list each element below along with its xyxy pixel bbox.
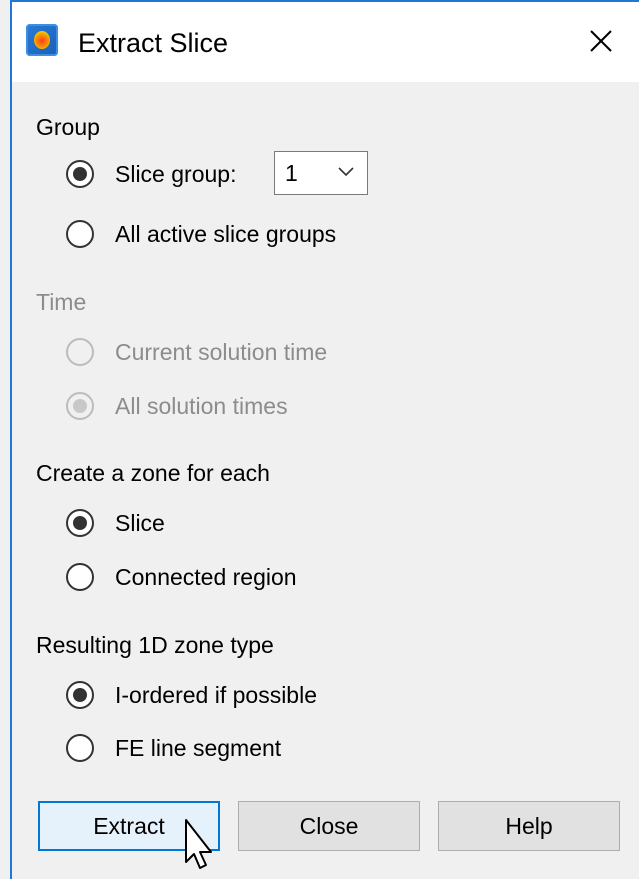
radio-button[interactable]: [66, 160, 94, 188]
radio-label: I-ordered if possible: [115, 682, 317, 708]
radio-button[interactable]: [66, 681, 94, 709]
connected-region-radio[interactable]: Connected region: [66, 560, 326, 594]
current-solution-time-radio: Current solution time: [66, 335, 366, 369]
zone-for-each-heading: Create a zone for each: [36, 460, 270, 486]
radio-button: [66, 338, 94, 366]
all-solution-times-radio: All solution times: [66, 389, 346, 423]
slice-group-select[interactable]: 1: [274, 151, 368, 195]
radio-label: Slice: [115, 510, 165, 536]
time-heading: Time: [36, 289, 87, 315]
radio-button[interactable]: [66, 734, 94, 762]
group-heading: Group: [36, 114, 100, 140]
radio-button[interactable]: [66, 563, 94, 591]
radio-label: FE line segment: [115, 735, 282, 761]
zone-type-heading: Resulting 1D zone type: [36, 632, 274, 658]
radio-button: [66, 392, 94, 420]
radio-label: Current solution time: [115, 339, 328, 365]
i-ordered-radio[interactable]: I-ordered if possible: [66, 678, 356, 712]
all-active-slice-groups-radio[interactable]: All active slice groups: [66, 217, 366, 251]
radio-button[interactable]: [66, 220, 94, 248]
select-value: 1: [285, 160, 298, 186]
window-title: Extract Slice: [78, 28, 229, 58]
radio-label: Slice group:: [115, 161, 237, 187]
tecplot-app-icon: [26, 24, 58, 56]
close-button[interactable]: Close: [238, 801, 420, 851]
chevron-down-icon: [338, 167, 354, 177]
close-icon[interactable]: [584, 24, 618, 58]
fe-line-segment-radio[interactable]: FE line segment: [66, 731, 306, 765]
radio-button[interactable]: [66, 509, 94, 537]
mouse-cursor-icon: [185, 819, 212, 869]
help-button[interactable]: Help: [438, 801, 620, 851]
radio-label: All active slice groups: [115, 221, 337, 247]
radio-label: Connected region: [115, 564, 297, 590]
extract-slice-dialog: Extract Slice Group Slice group: 1 All a…: [0, 0, 639, 879]
slice-radio[interactable]: Slice: [66, 506, 186, 540]
radio-label: All solution times: [115, 393, 288, 419]
window-border-left: [10, 0, 12, 879]
slice-group-radio[interactable]: Slice group:: [66, 157, 266, 191]
